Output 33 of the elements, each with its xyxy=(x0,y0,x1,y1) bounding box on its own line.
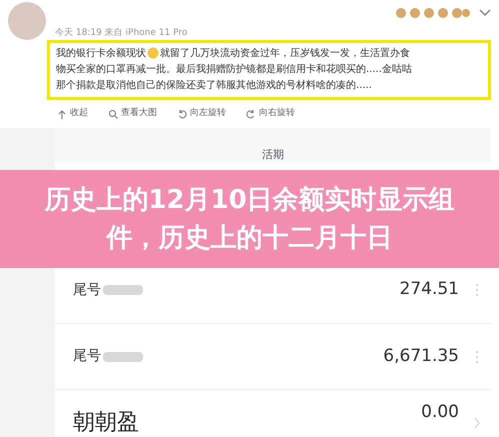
blurred-number xyxy=(103,352,143,362)
overlay-title: 历史上的12月10日余额实时显示组件，历史上的十二月十日 xyxy=(43,184,456,255)
account-label: 尾号 xyxy=(73,347,101,366)
more-icon xyxy=(473,283,481,297)
account-amount: 0.00 xyxy=(421,401,459,424)
tab-label[interactable]: 活期 xyxy=(262,148,284,162)
post-text: 物买全家的口罩再减一批。最后我捐赠防护镜都是刷信用卡和花呗买的.....金咕咕 xyxy=(56,64,412,75)
post-text: 就留了几万块流动资金过年，压岁钱发一发，生活置办食 xyxy=(160,48,410,59)
rotate-right-icon xyxy=(246,109,256,119)
account-row[interactable]: 朝朝盈 0.00 xyxy=(55,389,491,437)
post-text: 那个捐款是取消他自己的保险还卖了韩服其他游戏的号材料啥的凑的..... xyxy=(56,80,372,91)
chevron-right-icon xyxy=(473,416,481,430)
smiley-icon xyxy=(147,47,159,60)
post-meta: 今天 18:19 来自 iPhone 11 Pro xyxy=(54,26,188,40)
action-link[interactable]: 收起 xyxy=(70,107,88,121)
account-row[interactable]: 尾号 274.51 xyxy=(55,273,491,323)
search-icon xyxy=(108,109,118,119)
account-row[interactable]: 尾号 6,671.35 xyxy=(55,323,491,389)
blurred-number xyxy=(103,285,143,295)
sticker-icon xyxy=(395,7,471,19)
chevron-down-icon[interactable] xyxy=(479,9,491,17)
post-text: 我的银行卡余额现状 xyxy=(56,48,146,59)
collapse-icon xyxy=(57,109,67,119)
account-label: 朝朝盈 xyxy=(73,409,139,437)
account-amount: 6,671.35 xyxy=(383,344,459,368)
account-label: 尾号 xyxy=(73,280,101,300)
action-link[interactable]: 向右旋转 xyxy=(259,107,295,121)
action-link[interactable]: 查看大图 xyxy=(121,107,157,121)
account-amount: 274.51 xyxy=(400,278,459,302)
more-icon xyxy=(473,350,481,364)
action-link[interactable]: 向左旋转 xyxy=(190,107,226,121)
rotate-left-icon xyxy=(177,109,187,119)
avatar xyxy=(8,2,46,40)
